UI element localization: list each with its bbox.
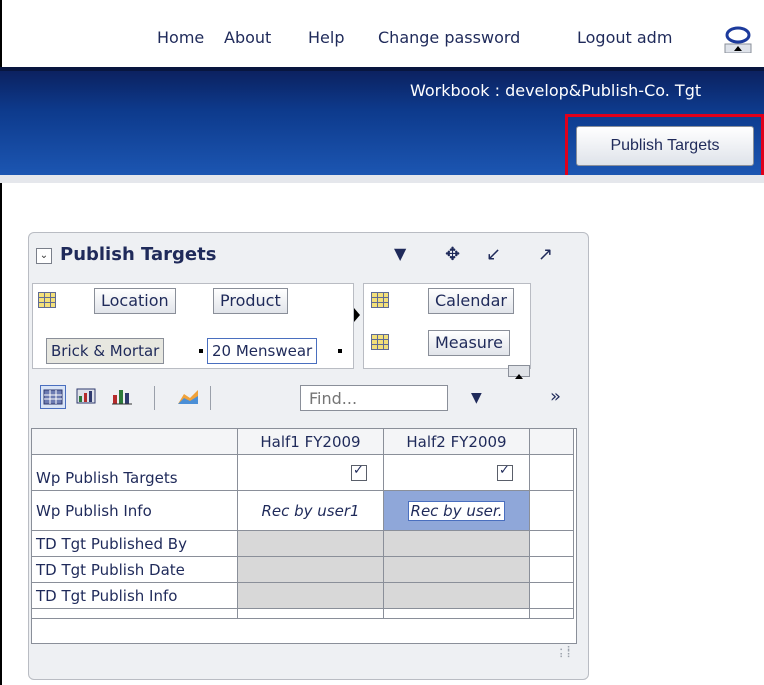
header-row: Half1 FY2009 Half2 FY2009 bbox=[31, 428, 574, 455]
table-row: Wp Publish Info Rec by user1 Rec by user… bbox=[31, 490, 574, 531]
publish-targets-button[interactable]: Publish Targets bbox=[576, 126, 754, 166]
top-navigation: Home About Help Change password Logout a… bbox=[0, 28, 764, 62]
bar-chart-view-icon[interactable] bbox=[110, 385, 136, 409]
find-dropdown-icon[interactable]: ▼ bbox=[471, 390, 482, 406]
nav-change-password-link[interactable]: Change password bbox=[378, 28, 520, 47]
nav-logout-link[interactable]: Logout adm bbox=[577, 28, 672, 47]
member-separator-dot bbox=[199, 349, 203, 353]
row-dimensions-grid-icon bbox=[38, 292, 56, 308]
collapse-panel-icon[interactable]: ⌄ bbox=[36, 248, 52, 264]
minimize-icon[interactable]: ↙ bbox=[486, 244, 501, 265]
checkbox-checked-icon[interactable] bbox=[497, 463, 513, 481]
table-row: TD Tgt Publish Date bbox=[31, 556, 574, 583]
table-view-icon[interactable] bbox=[40, 385, 66, 409]
table-row: TD Tgt Publish Info bbox=[31, 582, 574, 609]
column-header[interactable]: Half1 FY2009 bbox=[237, 428, 384, 455]
toolbar-separator bbox=[210, 386, 211, 410]
data-cell bbox=[383, 556, 530, 583]
measure-dimension-button[interactable]: Measure bbox=[428, 330, 510, 356]
column-dimensions-grid-icon bbox=[371, 292, 389, 308]
data-cell bbox=[237, 530, 384, 557]
nav-about-link[interactable]: About bbox=[224, 28, 271, 47]
area-chart-view-icon[interactable] bbox=[176, 385, 202, 409]
data-cell[interactable]: Rec by user1 bbox=[237, 490, 384, 531]
column-header[interactable]: Half2 FY2009 bbox=[383, 428, 530, 455]
location-dimension-button[interactable]: Location bbox=[94, 288, 176, 314]
data-table: Half1 FY2009 Half2 FY2009 Wp Publish Tar… bbox=[31, 428, 574, 619]
panel-title: Publish Targets bbox=[60, 244, 217, 265]
move-icon[interactable]: ✥ bbox=[445, 244, 460, 265]
checkbox-cell[interactable] bbox=[383, 454, 530, 491]
header-band-bottom bbox=[0, 175, 764, 183]
oracle-logo-icon bbox=[722, 25, 762, 54]
table-row: Wp Publish Targets bbox=[31, 454, 574, 491]
calendar-dimension-button[interactable]: Calendar bbox=[428, 288, 514, 314]
pivot-splitter-handle[interactable] bbox=[352, 300, 362, 330]
nav-help-link[interactable]: Help bbox=[308, 28, 344, 47]
table-row bbox=[31, 608, 574, 619]
toolbar-separator bbox=[154, 386, 155, 410]
table-row: TD Tgt Published By bbox=[31, 530, 574, 557]
collapse-pivot-icon[interactable] bbox=[508, 365, 530, 379]
row-header: Wp Publish Targets bbox=[31, 454, 238, 491]
resize-grip-icon[interactable]: ⠠⠰ ⠰⠸ bbox=[556, 644, 571, 661]
product-dimension-button[interactable]: Product bbox=[213, 288, 288, 314]
cell-editor[interactable]: Rec by user. bbox=[407, 500, 506, 521]
row-header: TD Tgt Published By bbox=[31, 530, 238, 557]
data-cell bbox=[237, 582, 384, 609]
row-header: Wp Publish Info bbox=[31, 490, 238, 531]
checkbox-cell[interactable] bbox=[237, 454, 384, 491]
member-separator-dot bbox=[338, 349, 342, 353]
find-input[interactable] bbox=[300, 385, 448, 411]
workbook-title: Workbook : develop&Publish-Co. Tgt bbox=[410, 81, 702, 100]
selected-data-cell[interactable]: Rec by user. bbox=[383, 490, 530, 531]
panel-menu-dropdown-icon[interactable]: ▼ bbox=[394, 244, 406, 263]
corner-cell bbox=[31, 428, 238, 455]
maximize-icon[interactable]: ↗ bbox=[538, 244, 553, 265]
overflow-chevron-icon[interactable]: » bbox=[550, 386, 561, 407]
data-cell bbox=[383, 530, 530, 557]
row-header: TD Tgt Publish Info bbox=[31, 582, 238, 609]
data-cell bbox=[383, 582, 530, 609]
row-header: TD Tgt Publish Date bbox=[31, 556, 238, 583]
measure-grid-icon bbox=[371, 334, 389, 350]
location-member-selector[interactable]: Brick & Mortar bbox=[46, 338, 165, 364]
checkbox-checked-icon[interactable] bbox=[351, 463, 367, 481]
data-cell bbox=[237, 556, 384, 583]
nav-home-link[interactable]: Home bbox=[157, 28, 204, 47]
table-chart-view-icon[interactable] bbox=[74, 385, 100, 409]
product-member-selector[interactable]: 20 Menswear bbox=[207, 338, 318, 364]
